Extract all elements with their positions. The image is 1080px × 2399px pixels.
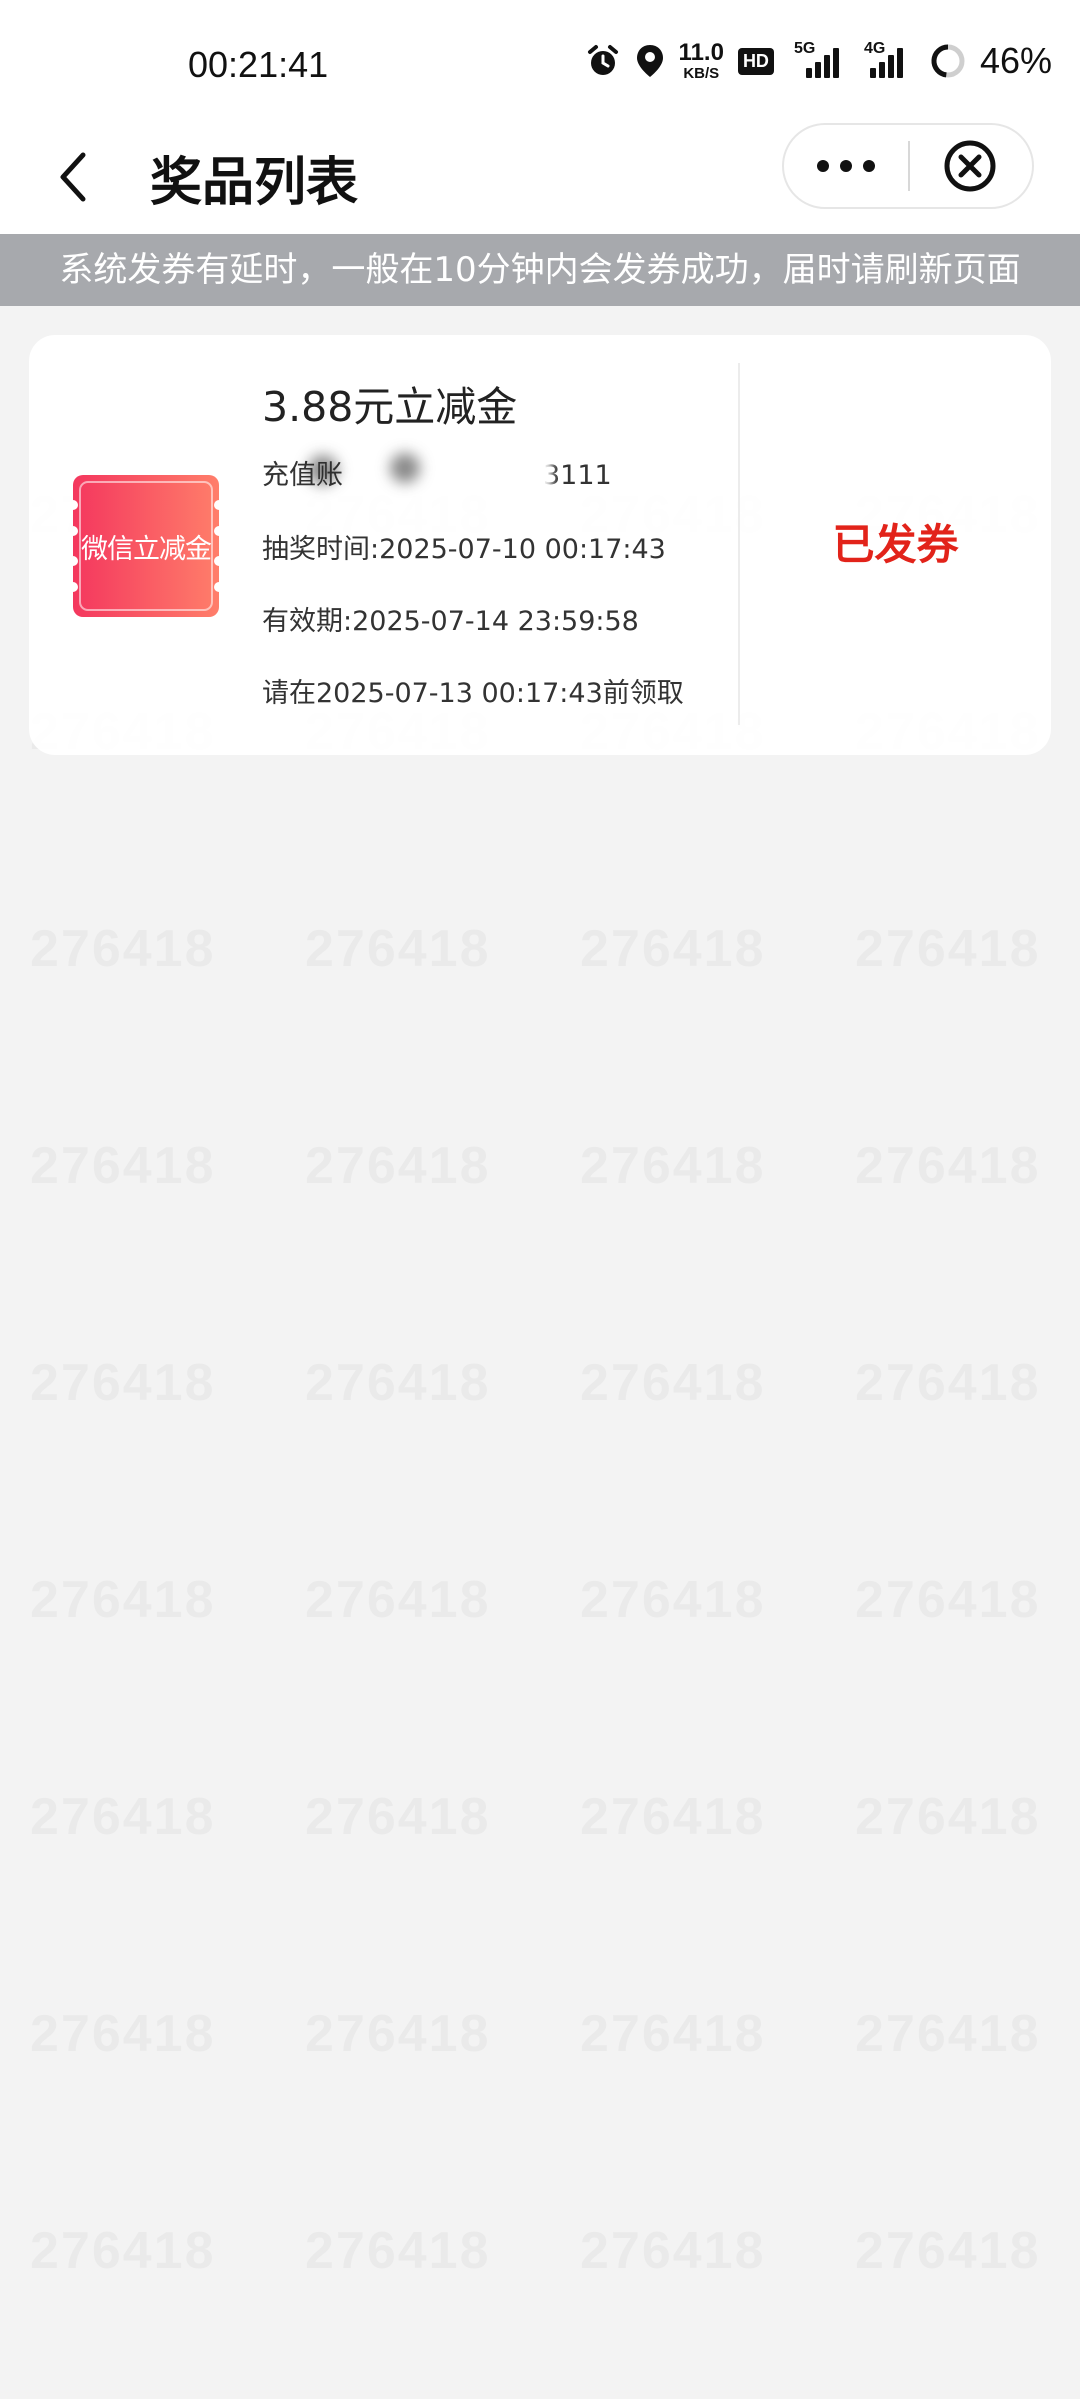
notice-bar: 系统发券有延时，一般在10分钟内会发券成功，届时请刷新页面 — [0, 234, 1080, 306]
more-dots-icon — [817, 160, 875, 172]
watermark-text: 276418 — [305, 1136, 491, 1196]
watermark-text: 276418 — [580, 1570, 766, 1630]
issue-status: 已发券 — [832, 520, 959, 569]
signal-4g-label: 4G — [863, 40, 886, 57]
signal-5g-icon: 5G — [788, 40, 850, 78]
page-title: 奖品列表 — [150, 153, 359, 213]
watermark-text: 276418 — [855, 1136, 1041, 1196]
status-bar: 00:21:41 11.0 KB/S HD 5G 4G 46% — [0, 0, 1080, 130]
watermark-text: 276418 — [580, 2221, 766, 2281]
signal-4g-icon: 4G — [864, 40, 916, 78]
watermark-text: 276418 — [30, 1353, 216, 1413]
draw-time: 抽奖时间:2025-07-10 00:17:43 — [262, 534, 666, 565]
watermark-text: 276418 — [580, 2004, 766, 2064]
network-speed: 11.0 KB/S — [678, 39, 724, 82]
watermark-text: 276418 — [855, 919, 1041, 979]
watermark-text: 276418 — [305, 1353, 491, 1413]
watermark-text: 276418 — [30, 2221, 216, 2281]
watermark-text: 276418 — [30, 919, 216, 979]
close-button[interactable] — [908, 125, 1032, 207]
alarm-icon — [585, 43, 621, 79]
watermark-text: 276418 — [30, 2004, 216, 2064]
mini-program-capsule — [782, 123, 1034, 209]
prize-title: 3.88元立减金 — [262, 383, 518, 431]
claim-deadline: 请在2025-07-13 00:17:43前领取 — [262, 678, 684, 709]
watermark-text: 276418 — [30, 1136, 216, 1196]
watermark-text: 276418 — [30, 1570, 216, 1630]
navigation-header: 奖品列表 — [0, 120, 1080, 234]
watermark-text: 276418 — [580, 1787, 766, 1847]
hd-voice-badge: HD — [737, 47, 774, 75]
watermark-text: 276418 — [855, 1570, 1041, 1630]
watermark-text: 276418 — [580, 919, 766, 979]
location-icon — [635, 43, 665, 79]
watermark-text: 276418 — [305, 2221, 491, 2281]
coupon-image: 微信立减金 — [73, 475, 219, 617]
watermark-text: 276418 — [305, 1787, 491, 1847]
watermark-text: 276418 — [305, 2004, 491, 2064]
coupon-image-text: 微信立减金 — [81, 533, 212, 565]
recharge-account-suffix: 3111 — [543, 460, 612, 491]
watermark-text: 276418 — [305, 1570, 491, 1630]
close-circle-icon — [944, 140, 996, 192]
battery-icon — [930, 43, 966, 79]
back-arrow-icon — [60, 152, 86, 202]
battery-percent: 46% — [979, 40, 1052, 81]
watermark-text: 276418 — [855, 1353, 1041, 1413]
network-speed-value: 11.0 — [678, 39, 724, 66]
network-speed-unit: KB/S — [683, 65, 720, 82]
status-time: 00:21:41 — [188, 44, 329, 85]
back-button[interactable] — [38, 142, 108, 212]
watermark-text: 276418 — [580, 1353, 766, 1413]
recharge-account: 充值账 3111 — [262, 449, 612, 492]
watermark-text: 276418 — [580, 1136, 766, 1196]
watermark-text: 276418 — [855, 2004, 1041, 2064]
watermark-text: 276418 — [855, 1787, 1041, 1847]
signal-5g-label: 5G — [793, 40, 816, 57]
more-button[interactable] — [784, 125, 908, 207]
status-icons: 11.0 KB/S HD 5G 4G 46% — [585, 40, 1052, 82]
watermark-text: 276418 — [305, 919, 491, 979]
watermark-text: 276418 — [30, 1787, 216, 1847]
valid-until: 有效期:2025-07-14 23:59:58 — [262, 606, 639, 637]
watermark-text: 276418 — [855, 2221, 1041, 2281]
privacy-mask-dot — [390, 453, 420, 483]
prize-card[interactable]: 微信立减金 3.88元立减金 充值账 3111 抽奖时间:2025-07-10 0… — [29, 335, 1051, 755]
privacy-mask-dot — [308, 455, 338, 485]
